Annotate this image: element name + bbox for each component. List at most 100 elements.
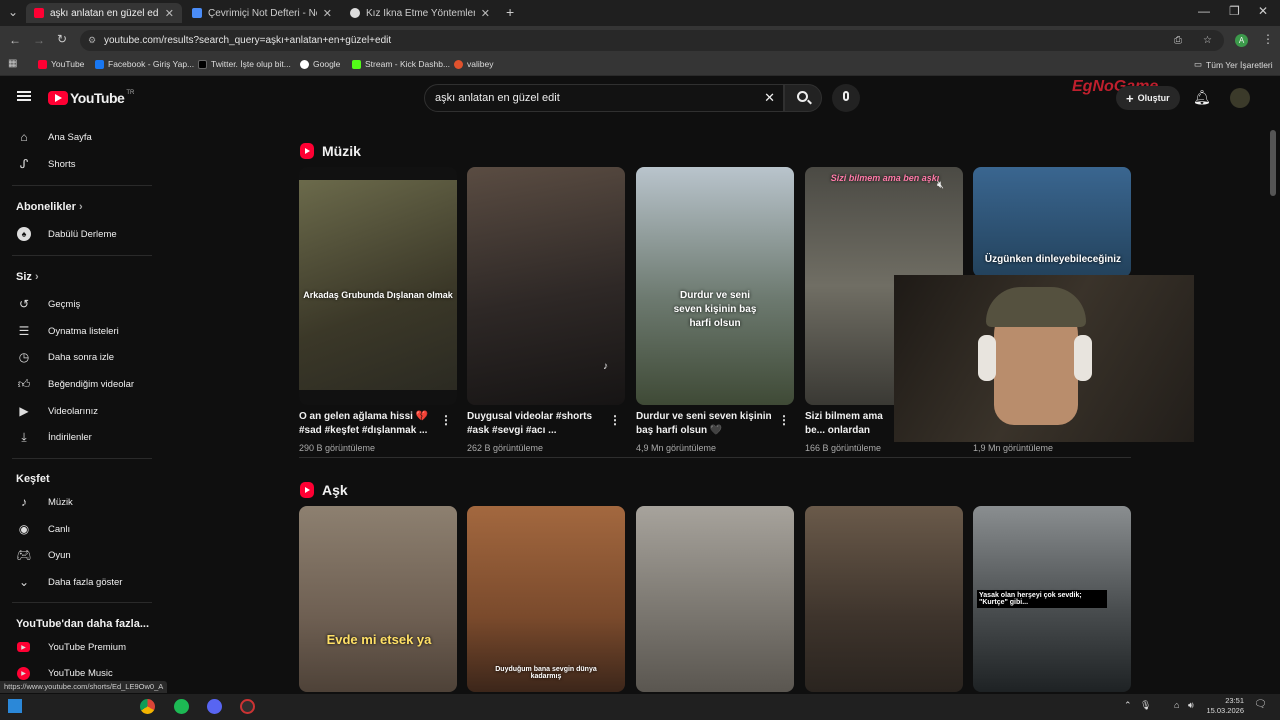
tray-chevron-icon[interactable]: ⌃ — [1124, 700, 1132, 711]
bookmark-kick[interactable]: Stream - Kick Dashb... — [352, 59, 450, 69]
short-thumbnail-2[interactable]: ♪ — [467, 167, 625, 405]
more-options-icon[interactable]: ⋮ — [778, 413, 790, 427]
bookmark-youtube[interactable]: YouTube — [38, 59, 84, 69]
view-count: 1,9 Mn görüntüleme — [973, 443, 1054, 453]
section-divider — [299, 457, 1131, 458]
sidebar-label: Dabülü Derleme — [48, 228, 117, 240]
history-icon: ↺ — [18, 297, 30, 311]
bookmark-facebook[interactable]: Facebook - Giriş Yap... — [95, 59, 194, 69]
sidebar-item-gaming[interactable]: 🎮︎ Oyun — [0, 543, 160, 567]
search-input[interactable]: aşkı anlatan en güzel edit ✕ — [424, 84, 784, 112]
playlist-icon: ☰ — [18, 324, 30, 338]
restore-icon[interactable]: ❐ — [1229, 4, 1240, 18]
sidebar-item-liked[interactable]: 👍︎ Beğendiğim videolar — [0, 372, 160, 396]
voice-search-button[interactable] — [832, 84, 860, 112]
video-title[interactable]: Sizi bilmem ama be... onlardan öğrendim — [805, 410, 893, 438]
short-thumbnail-3[interactable]: Durdur ve seni seven kişinin baş harfi o… — [636, 167, 794, 405]
discord-icon[interactable] — [207, 699, 222, 714]
sidebar-item-home[interactable]: ⌂ Ana Sayfa — [0, 125, 160, 149]
bookmark-label: Stream - Kick Dashb... — [365, 59, 451, 69]
network-icon[interactable]: ⌂ — [1174, 700, 1179, 710]
forward-icon[interactable]: → — [33, 33, 45, 47]
sidebar-item-downloads[interactable]: ⤓ İndirilenler — [0, 425, 160, 449]
sidebar-item-your-videos[interactable]: ▶ Videolarınız — [0, 399, 160, 423]
profile-initial: A — [1238, 36, 1245, 45]
bookmark-google[interactable]: Google — [300, 59, 340, 69]
spotify-icon[interactable] — [174, 699, 189, 714]
notification-center-icon[interactable]: 🗨︎ — [1254, 699, 1267, 710]
gaming-icon: 🎮︎ — [16, 548, 32, 562]
video-title[interactable]: Duygusal videolar #shorts #ask #sevgi #a… — [467, 410, 607, 438]
you-heading[interactable]: Siz › — [16, 271, 39, 283]
shorts-icon — [300, 482, 314, 498]
window-close-icon[interactable]: ✕ — [1258, 4, 1268, 18]
all-bookmarks[interactable]: ▭ Tüm Yer İşaretleri — [1194, 59, 1273, 70]
apps-grid-icon[interactable]: ▦ — [8, 58, 17, 69]
short-thumbnail-7[interactable]: Duyduğum bana sevgin dünya kadarmış — [467, 506, 625, 692]
search-button[interactable] — [784, 84, 822, 112]
sidebar-item-history[interactable]: ↺ Geçmiş — [0, 292, 160, 316]
tab-notepad[interactable]: Çevrimiçi Not Defteri - Notlarını ✕ — [184, 3, 340, 23]
minimize-icon[interactable]: — — [1198, 4, 1210, 18]
sidebar-item-channel[interactable]: ♠ Dabülü Derleme — [0, 222, 160, 246]
notifications-bell-icon[interactable]: 🔔︎ — [1193, 89, 1211, 106]
bookmark-label: Google — [313, 59, 341, 69]
bookmark-label: Facebook - Giriş Yap... — [108, 59, 195, 69]
short-thumbnail-9[interactable] — [805, 506, 963, 692]
system-clock[interactable]: 23:51 15.03.2026 — [1206, 696, 1244, 716]
hamburger-menu-icon[interactable] — [17, 91, 31, 101]
sidebar-item-music[interactable]: ♪ Müzik — [0, 490, 160, 514]
chrome-icon[interactable] — [140, 699, 155, 714]
close-icon[interactable]: ✕ — [165, 7, 174, 20]
clear-search-icon[interactable]: ✕ — [764, 90, 775, 106]
install-app-icon[interactable]: ⎙ — [1174, 35, 1182, 46]
mute-icon[interactable]: 🔇︎ — [937, 179, 944, 192]
menu-kebab-icon[interactable]: ⋮ — [1262, 32, 1274, 46]
subscriptions-heading[interactable]: Abonelikler › — [16, 201, 83, 213]
close-icon[interactable]: ✕ — [323, 7, 332, 20]
reload-icon[interactable]: ↻ — [57, 32, 67, 46]
tiktok-icon: ♪ — [603, 361, 608, 372]
account-avatar[interactable] — [1230, 88, 1250, 108]
short-thumbnail-10[interactable]: Yasak olan herşeyi çok sevdik; "Kurtçe" … — [973, 506, 1131, 692]
video-title[interactable]: O an gelen ağlama hissi 💔 #sad #keşfet #… — [299, 410, 439, 438]
bookmark-twitter[interactable]: Twitter. İşte olup bit... — [198, 59, 291, 69]
sidebar-item-watch-later[interactable]: ◷ Daha sonra izle — [0, 345, 160, 369]
sidebar-item-shorts[interactable]: ᔑ Shorts — [0, 152, 160, 176]
new-tab-icon[interactable]: + — [506, 4, 514, 20]
tab-youtube[interactable]: aşkı anlatan en güzel edit - You ✕ — [26, 3, 182, 23]
profile-avatar[interactable]: A — [1235, 34, 1248, 47]
short-thumbnail-8[interactable] — [636, 506, 794, 692]
microphone-tray-icon[interactable]: 🎙︎ — [1140, 700, 1151, 711]
sidebar-item-show-more[interactable]: ⌄ Daha fazla göster — [0, 570, 160, 594]
clock-icon: ◷ — [18, 350, 30, 364]
short-thumbnail-1[interactable]: Arkadaş Grubunda Dışlanan olmak — [299, 167, 457, 405]
more-options-icon[interactable]: ⋮ — [609, 413, 621, 427]
short-thumbnail-6[interactable]: Evde mi etsek ya — [299, 506, 457, 692]
video-title[interactable]: Durdur ve seni seven kişinin baş harfi o… — [636, 410, 776, 438]
sidebar-item-playlists[interactable]: ☰ Oynatma listeleri — [0, 319, 160, 343]
site-info-icon[interactable]: ⚙ — [88, 35, 96, 46]
volume-icon[interactable]: 🔊︎ — [1188, 700, 1194, 711]
video-icon: ▶ — [19, 404, 29, 418]
more-options-icon[interactable]: ⋮ — [440, 413, 452, 427]
page-scrollbar[interactable] — [1270, 130, 1276, 196]
facebook-icon — [95, 59, 104, 69]
tab-third[interactable]: Kız İkna Etme Yöntemleri ✕ — [342, 3, 498, 23]
section-heading-music: Müzik — [300, 143, 361, 159]
sidebar-item-live[interactable]: ◉ Canlı — [0, 517, 160, 541]
sidebar-item-premium[interactable]: ▶ YouTube Premium — [0, 635, 160, 659]
obs-icon[interactable] — [240, 699, 255, 714]
back-icon[interactable]: ← — [9, 33, 21, 47]
create-button[interactable]: + Oluştur — [1116, 86, 1180, 110]
url-input[interactable]: ⚙ youtube.com/results?search_query=aşkı+… — [80, 30, 1224, 51]
bookmark-valibey[interactable]: valibey — [454, 59, 493, 69]
tab-search-icon[interactable]: ⌄ — [8, 5, 18, 19]
view-count: 262 B görüntüleme — [467, 443, 544, 453]
bookmark-label: YouTube — [51, 59, 85, 69]
windows-start-icon[interactable] — [8, 699, 22, 713]
bookmark-star-icon[interactable]: ☆ — [1203, 35, 1212, 46]
close-icon[interactable]: ✕ — [481, 7, 490, 20]
youtube-logo[interactable]: YouTube TR — [48, 90, 134, 106]
short-thumbnail-5[interactable]: Üzgünken dinleyebileceğiniz — [973, 167, 1131, 277]
